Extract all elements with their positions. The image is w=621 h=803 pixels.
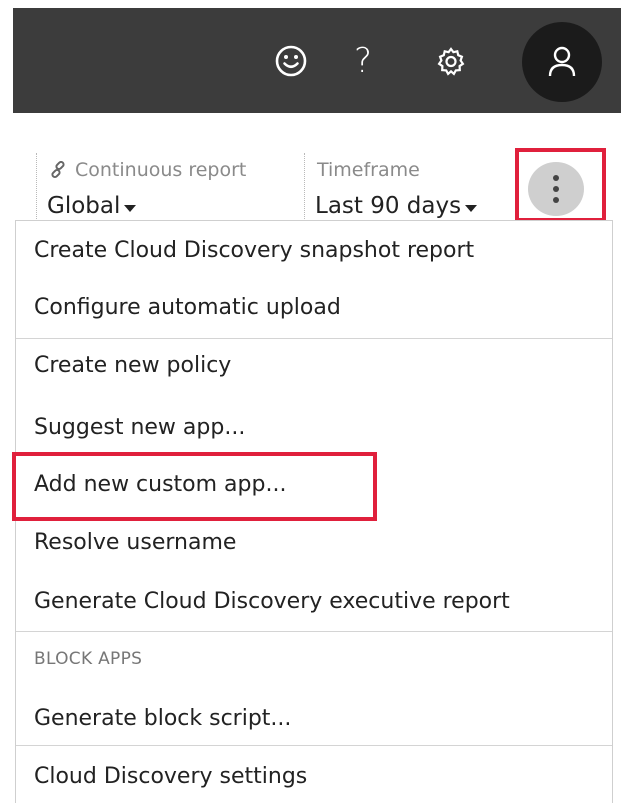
menu-section-header-block-apps: BLOCK APPS <box>34 649 143 669</box>
menu-divider <box>16 338 612 339</box>
chevron-down-icon <box>124 204 137 212</box>
menu-item-create-snapshot-report[interactable]: Create Cloud Discovery snapshot report <box>16 236 612 266</box>
smiley-icon[interactable] <box>271 8 311 113</box>
report-scope-value: Global <box>47 193 121 219</box>
timeframe-value: Last 90 days <box>315 193 462 219</box>
help-icon[interactable]: ? <box>343 8 383 113</box>
more-dot <box>553 197 559 203</box>
report-scope-dropdown[interactable]: Global <box>47 193 137 219</box>
more-options-button[interactable] <box>528 162 584 216</box>
timeframe-label-text: Timeframe <box>317 159 420 181</box>
add-custom-app-highlight <box>12 452 377 521</box>
menu-item-suggest-new-app[interactable]: Suggest new app... <box>16 413 612 443</box>
user-avatar[interactable] <box>522 22 602 102</box>
user-icon <box>548 46 576 77</box>
menu-item-resolve-username[interactable]: Resolve username <box>16 528 612 558</box>
menu-item-generate-block-script[interactable]: Generate block script... <box>16 704 612 734</box>
menu-item-generate-executive-report[interactable]: Generate Cloud Discovery executive repor… <box>16 587 612 617</box>
top-bar: ? <box>0 0 621 113</box>
smiley-icon-svg <box>275 45 307 76</box>
help-glyph: ? <box>353 40 373 81</box>
menu-item-create-new-policy[interactable]: Create new policy <box>16 351 612 381</box>
menu-item-cloud-discovery-settings[interactable]: Cloud Discovery settings <box>16 762 612 792</box>
more-dot <box>553 175 559 181</box>
gear-icon[interactable] <box>431 8 471 113</box>
timeframe-dropdown[interactable]: Last 90 days <box>315 193 478 219</box>
timeframe-label: Timeframe <box>317 159 420 181</box>
menu-divider <box>16 631 612 632</box>
continuous-report-label-text: Continuous report <box>75 159 247 181</box>
more-dot <box>553 186 559 192</box>
top-bar-inner: ? <box>13 8 621 113</box>
gear-icon-svg <box>437 46 465 76</box>
menu-divider <box>16 745 612 746</box>
link-icon <box>51 161 65 179</box>
menu-item-configure-automatic-upload[interactable]: Configure automatic upload <box>16 293 612 323</box>
chevron-down-icon <box>465 204 478 212</box>
continuous-report-label: Continuous report <box>49 159 246 181</box>
